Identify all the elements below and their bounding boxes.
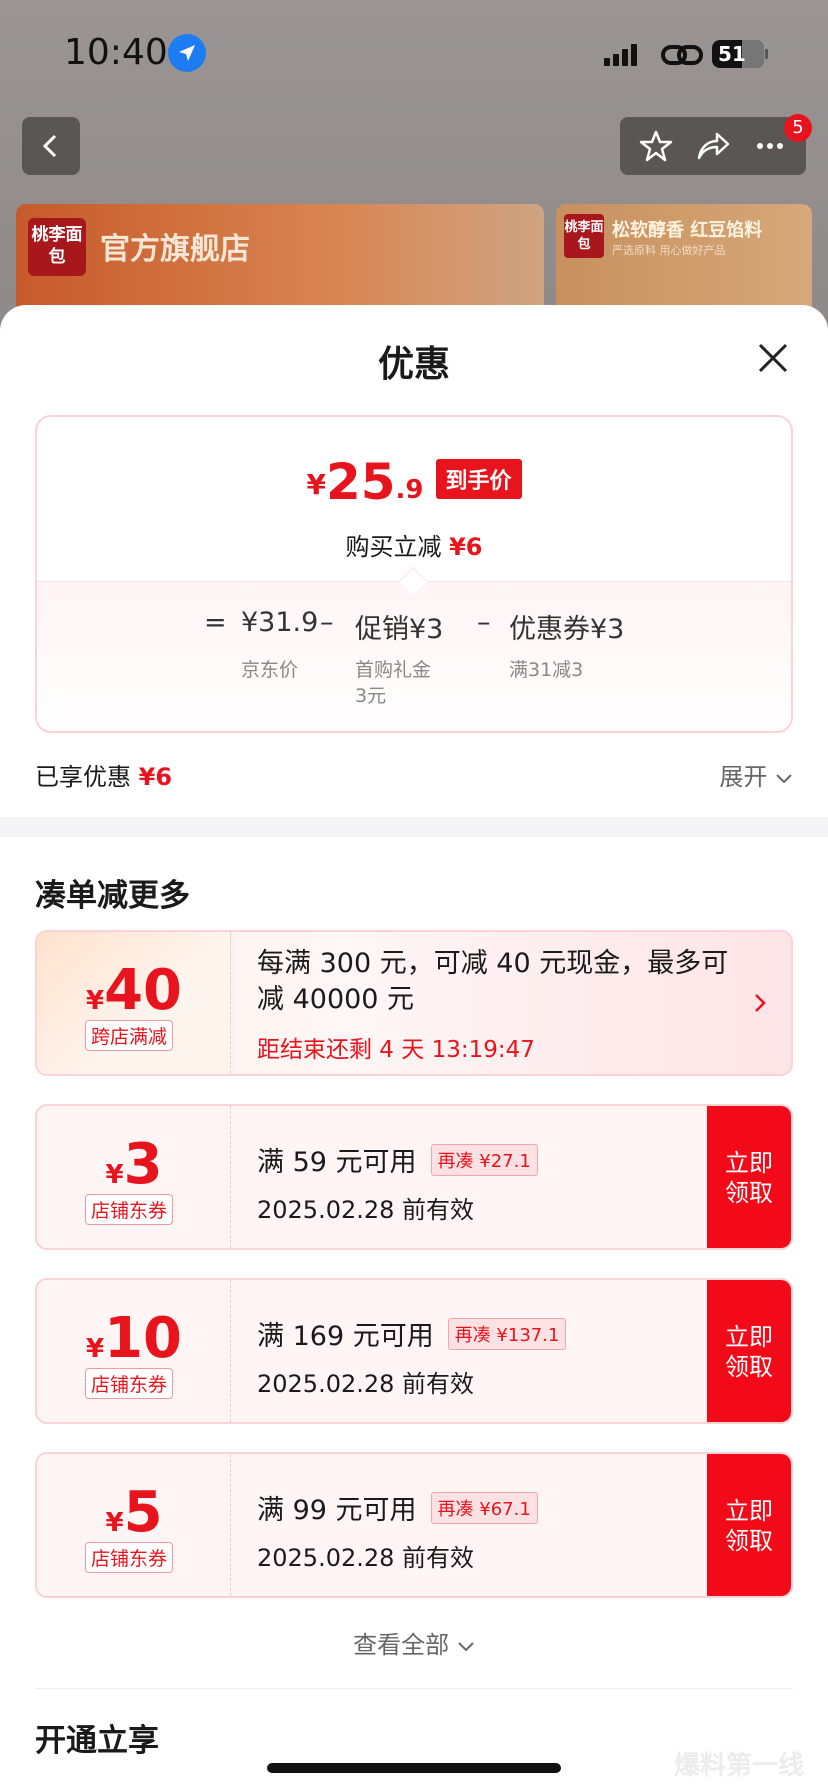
- cross-store-promo[interactable]: ¥40 跨店满减 每满 300 元，可减 40 元现金，最多可减 40000 元…: [35, 930, 793, 1076]
- final-price-tag: 到手价: [435, 459, 522, 499]
- base-price-label: 京东价: [241, 659, 299, 681]
- claim-coupon-button[interactable]: 立即 领取: [707, 1454, 791, 1596]
- share-icon[interactable]: [695, 128, 731, 164]
- coupon-amount: ¥3: [105, 1132, 163, 1197]
- coupon-validity: 2025.02.28 前有效: [257, 1196, 475, 1224]
- coupon-card: ¥5 店铺东券 满 99 元可用 再凑 ¥67.1 2025.02.28 前有效…: [35, 1452, 793, 1598]
- watermark: 爆料第一线: [673, 1751, 804, 1781]
- chevron-down-icon: [458, 1642, 474, 1652]
- chevron-left-icon: [42, 134, 57, 158]
- chevron-right-icon: [755, 994, 766, 1012]
- claim-coupon-button[interactable]: 立即 领取: [707, 1106, 791, 1248]
- chevron-down-icon: [776, 774, 792, 784]
- coupon-tag: 店铺东券: [85, 1368, 174, 1399]
- divider-line: [35, 1688, 793, 1689]
- coupon-condition: 满 169 元可用 再凑 ¥137.1: [257, 1314, 567, 1353]
- close-icon[interactable]: [756, 341, 790, 375]
- battery-level: 51: [718, 42, 746, 66]
- promo-countdown: 距结束还剩 4 天 13:19:47: [257, 1037, 535, 1063]
- link-icon: [660, 40, 704, 74]
- promo-discount: 促销¥3: [355, 614, 444, 645]
- home-indicator[interactable]: [267, 1763, 561, 1773]
- back-button[interactable]: [22, 117, 80, 175]
- see-all-button[interactable]: 查看全部: [0, 1625, 828, 1660]
- coupon-card: ¥3 店铺东券 满 59 元可用 再凑 ¥27.1 2025.02.28 前有效…: [35, 1104, 793, 1250]
- coupon-validity: 2025.02.28 前有效: [257, 1370, 475, 1398]
- sheet-title: 优惠: [377, 344, 450, 385]
- coupon-amount: ¥10: [85, 1306, 183, 1371]
- product-banner-title: 松软醇香 红豆馅料: [612, 220, 763, 241]
- instant-reduce: 购买立减 ¥6: [345, 533, 483, 561]
- brand-logo-small: 桃李面包: [564, 214, 604, 258]
- expand-button[interactable]: 展开: [719, 757, 793, 792]
- coupon-amount: ¥5: [105, 1480, 163, 1545]
- coupon-validity: 2025.02.28 前有效: [257, 1544, 475, 1572]
- brand-logo: 桃李面包: [28, 218, 86, 276]
- coupon-discount-label: 满31减3: [509, 659, 584, 681]
- open-section-title: 开通立享: [35, 1723, 159, 1759]
- coupon-extra-needed: 再凑 ¥67.1: [430, 1491, 538, 1524]
- battery-icon: 51: [712, 40, 768, 68]
- discount-sheet: 优惠 ¥ 25 .9 到手价 购买立减 ¥6 = ¥31.9 京东价 – 促销¥…: [0, 305, 828, 1792]
- nav-action-group: [620, 117, 806, 175]
- signal-icon: [604, 44, 637, 66]
- coupon-extra-needed: 再凑 ¥27.1: [430, 1143, 538, 1176]
- status-bar: 10:40 51: [0, 30, 828, 80]
- more-section-title: 凑单减更多: [35, 878, 190, 914]
- more-icon[interactable]: [752, 128, 788, 164]
- formula-minus: –: [320, 607, 334, 638]
- status-time: 10:40: [64, 32, 168, 73]
- promo-tag: 跨店满减: [85, 1020, 174, 1051]
- base-price: ¥31.9: [241, 607, 319, 638]
- star-icon[interactable]: [638, 128, 674, 164]
- section-divider: [0, 817, 828, 837]
- coupon-condition: 满 59 元可用 再凑 ¥27.1: [257, 1140, 538, 1179]
- coupon-condition: 满 99 元可用 再凑 ¥67.1: [257, 1488, 538, 1527]
- location-arrow-icon: [168, 34, 206, 72]
- coupon-tag: 店铺东券: [85, 1542, 174, 1573]
- notification-badge: 5: [784, 114, 812, 142]
- coupon-discount: 优惠券¥3: [509, 614, 625, 645]
- coupon-tag: 店铺东券: [85, 1194, 174, 1225]
- enjoyed-discount: 已享优惠 ¥6: [35, 763, 173, 791]
- product-banner-subtitle: 严选原料 用心做好产品: [612, 244, 726, 257]
- store-banner-title: 官方旗舰店: [100, 232, 250, 267]
- formula-minus: –: [477, 607, 491, 638]
- formula-equals: =: [204, 607, 227, 638]
- coupon-extra-needed: 再凑 ¥137.1: [447, 1317, 567, 1350]
- price-breakdown-card: ¥ 25 .9 到手价 购买立减 ¥6 = ¥31.9 京东价 – 促销¥3 首…: [35, 415, 793, 733]
- promo-description: 每满 300 元，可减 40 元现金，最多可减 40000 元: [257, 948, 729, 1015]
- claim-coupon-button[interactable]: 立即 领取: [707, 1280, 791, 1422]
- promo-discount-label: 首购礼金 3元: [355, 659, 432, 707]
- final-price: ¥ 25 .9 到手价: [37, 457, 791, 507]
- promo-amount: ¥40: [85, 958, 183, 1023]
- coupon-card: ¥10 店铺东券 满 169 元可用 再凑 ¥137.1 2025.02.28 …: [35, 1278, 793, 1424]
